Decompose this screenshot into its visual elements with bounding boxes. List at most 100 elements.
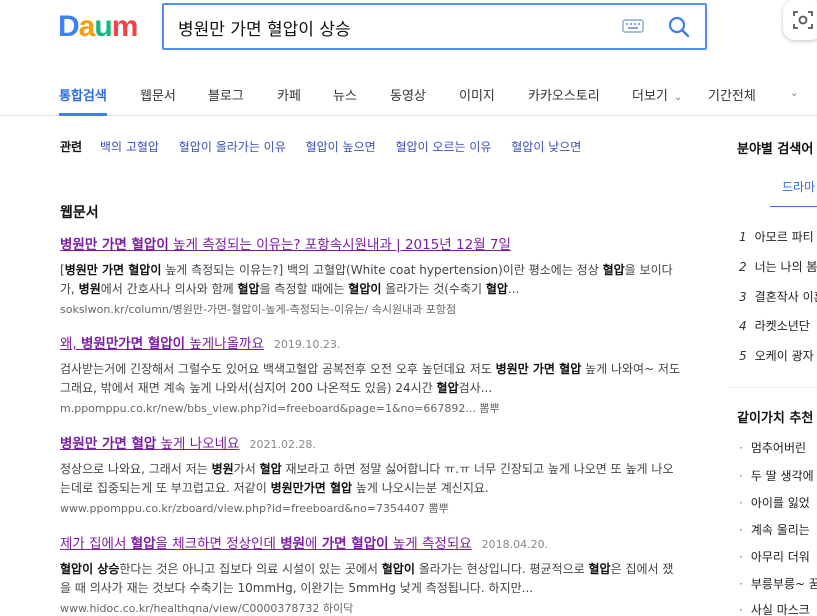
tab-kakaostory[interactable]: 카카오스토리 bbox=[528, 85, 600, 104]
rank-number: 5 bbox=[739, 349, 747, 363]
text-segment: 올라가는 것(수축기 bbox=[381, 282, 486, 296]
highlight-keyword: 병원 bbox=[78, 282, 101, 296]
related-item[interactable]: 혈압이 올라가는 이유 bbox=[179, 140, 286, 154]
text-segment: 높게 나오네요 bbox=[156, 436, 240, 452]
text-segment: 높게 측정되는 이유는?] 백의 고혈압(White coat hyperten… bbox=[161, 263, 603, 277]
period-chevron-down-icon[interactable]: ⌄ bbox=[790, 85, 798, 100]
text-segment: ... bbox=[507, 282, 520, 296]
search-tabs: 통합검색 웹문서 블로그 카페 뉴스 동영상 이미지 카카오스토리 더보기 ⌄ 기… bbox=[0, 70, 817, 116]
result-title[interactable]: 제가 집에서 혈압을 체크하면 정상인데 병원에 가면 혈압이 높게 측정되요 bbox=[60, 536, 472, 552]
related-item[interactable]: 혈압이 높으면 bbox=[306, 140, 376, 154]
rank-number: 3 bbox=[739, 290, 747, 304]
highlight-keyword: 혈압 bbox=[436, 381, 459, 395]
rank-label: 라켓소년단 bbox=[754, 319, 810, 333]
period-filter[interactable]: 기간전체 bbox=[708, 85, 756, 104]
together-value-title: 같이가치 추천 bbox=[737, 411, 814, 426]
highlight-keyword: 혈압 bbox=[130, 536, 156, 552]
ranking-item[interactable]: 3 결혼작사 이혼 bbox=[739, 288, 817, 305]
result-title[interactable]: 왜, 병원만가면 혈압이 높게나올까요 bbox=[60, 336, 264, 352]
tab-image[interactable]: 이미지 bbox=[459, 85, 495, 104]
text-segment: 에 bbox=[305, 536, 322, 552]
related-item[interactable]: 혈압이 오르는 이유 bbox=[395, 140, 491, 154]
search-result: 제가 집에서 혈압을 체크하면 정상인데 병원에 가면 혈압이 높게 측정되요 2… bbox=[60, 532, 680, 616]
highlight-keyword: 혈압이 bbox=[381, 562, 415, 576]
tab-blog[interactable]: 블로그 bbox=[208, 85, 244, 104]
tab-cafe[interactable]: 카페 bbox=[277, 85, 301, 104]
category-search-title: 분야별 검색어 bbox=[737, 142, 814, 157]
text-segment: 제가 집에서 bbox=[60, 536, 131, 552]
highlight-keyword: 혈압 bbox=[602, 263, 625, 277]
result-title-row: 왜, 병원만가면 혈압이 높게나올까요 2019.10.23. bbox=[60, 332, 680, 352]
text-segment: 을 체크하면 정상인데 bbox=[155, 536, 281, 552]
result-url[interactable]: m.ppomppu.co.kr/new/bbs_view.php?id=free… bbox=[60, 400, 680, 416]
ranking-item[interactable]: 5 오케이 광자 bbox=[739, 347, 814, 364]
category-tab-indicator bbox=[770, 206, 817, 207]
result-url[interactable]: www.hidoc.co.kr/healthqna/view/C00003787… bbox=[60, 600, 680, 616]
tab-web[interactable]: 웹문서 bbox=[140, 85, 176, 104]
daum-logo[interactable]: D a u m bbox=[58, 10, 139, 43]
logo-letter-m: m bbox=[111, 10, 139, 43]
keyboard-icon[interactable] bbox=[622, 18, 644, 34]
section-title-web: 웹문서 bbox=[60, 205, 99, 221]
result-title[interactable]: 병원만 가면 혈압이 높게 측정되는 이유는? 포항속시원내과 | 2015년 … bbox=[60, 237, 511, 253]
related-item[interactable]: 백의 고혈압 bbox=[100, 140, 159, 154]
text-segment: 검사... bbox=[458, 381, 493, 395]
tab-more-label: 더보기 bbox=[632, 89, 668, 104]
tab-all[interactable]: 통합검색 bbox=[59, 85, 107, 104]
ranking-item[interactable]: 1 아모르 파티 bbox=[739, 228, 814, 245]
together-item[interactable]: 아이를 잃었 bbox=[739, 494, 810, 511]
search-icon[interactable] bbox=[667, 15, 691, 39]
rank-number: 4 bbox=[739, 319, 747, 333]
together-item[interactable]: 아무리 더워 bbox=[739, 548, 810, 565]
rank-number: 1 bbox=[739, 230, 747, 244]
category-tab-drama[interactable]: 드라마 bbox=[782, 178, 815, 195]
related-item[interactable]: 혈압이 낮으면 bbox=[511, 140, 581, 154]
camera-scan-icon bbox=[793, 11, 813, 29]
highlight-keyword: 병원만 가면 혈압 bbox=[60, 436, 157, 452]
highlight-keyword: 병원만 가면 혈압이 bbox=[64, 263, 162, 277]
highlight-keyword: 혈압 bbox=[588, 562, 611, 576]
search-result: 왜, 병원만가면 혈압이 높게나올까요 2019.10.23. 검사받는거에 긴장… bbox=[60, 332, 680, 416]
together-item[interactable]: 계속 울리는 bbox=[739, 521, 810, 538]
ranking-item[interactable]: 2 너는 나의 봄 bbox=[739, 258, 817, 275]
logo-letter-a: a bbox=[78, 10, 96, 43]
together-item[interactable]: 두 딸 생각에 bbox=[739, 467, 814, 484]
search-box bbox=[162, 3, 707, 50]
text-segment: 올라가는 현상입니다. 평균적으로 bbox=[414, 562, 589, 576]
highlight-keyword: 병원 bbox=[211, 462, 234, 476]
result-description: 검사받는거에 긴장해서 그럴수도 있어요 백색고혈압 공복전후 오전 오후 높던… bbox=[60, 360, 680, 398]
text-segment: 가서 bbox=[233, 462, 260, 476]
tab-more[interactable]: 더보기 ⌄ bbox=[632, 85, 682, 104]
text-segment: 높게 측정되는 이유는? 포항속시원내과 | 2015년 12월 7일 bbox=[168, 237, 511, 253]
ranking-item[interactable]: 4 라켓소년단 bbox=[739, 317, 810, 334]
text-segment: 높게나올까요 bbox=[185, 336, 264, 352]
highlight-keyword: 병원만가면 혈압 bbox=[270, 481, 353, 495]
result-url[interactable]: sokslwon.kr/column/병원만-가면-혈압이-높게-측정되는-이유… bbox=[60, 301, 680, 317]
result-title-row: 병원만 가면 혈압이 높게 측정되는 이유는? 포항속시원내과 | 2015년 … bbox=[60, 233, 680, 253]
text-segment: 높게 측정되요 bbox=[388, 536, 472, 552]
result-title[interactable]: 병원만 가면 혈압 높게 나오네요 bbox=[60, 436, 239, 452]
text-segment: 한다는 것은 아니고 집보다 의료 시설이 있는 곳에서 bbox=[119, 562, 382, 576]
logo-letter-d: D bbox=[58, 10, 80, 43]
highlight-keyword: 혈압 bbox=[237, 282, 260, 296]
result-url[interactable]: www.ppomppu.co.kr/zboard/view.php?id=fre… bbox=[60, 500, 680, 516]
together-item[interactable]: 멈추어버린 bbox=[739, 439, 806, 456]
highlight-keyword: 병원만가면 혈압이 bbox=[81, 336, 186, 352]
text-segment: 을 측정할 때에는 bbox=[259, 282, 349, 296]
tab-video[interactable]: 동영상 bbox=[390, 85, 426, 104]
rank-label: 너는 나의 봄 bbox=[754, 260, 817, 274]
result-title-row: 제가 집에서 혈압을 체크하면 정상인데 병원에 가면 혈압이 높게 측정되요 2… bbox=[60, 532, 680, 552]
text-segment: 정상으로 나와요, 그래서 저는 bbox=[60, 462, 212, 476]
rank-label: 결혼작사 이혼 bbox=[754, 290, 817, 304]
together-item[interactable]: 사실 마스크 bbox=[739, 601, 810, 616]
tab-news[interactable]: 뉴스 bbox=[333, 85, 357, 104]
image-search-button[interactable] bbox=[783, 0, 817, 40]
related-searches: 관련 백의 고혈압 혈압이 올라가는 이유 혈압이 높으면 혈압이 오르는 이유… bbox=[60, 138, 597, 155]
together-item[interactable]: 부릉부릉~ 꿈 bbox=[739, 575, 817, 592]
search-input[interactable] bbox=[178, 13, 598, 41]
result-description: 혈압이 상승한다는 것은 아니고 집보다 의료 시설이 있는 곳에서 혈압이 올… bbox=[60, 560, 680, 598]
related-label: 관련 bbox=[60, 140, 83, 154]
highlight-keyword: 병원 bbox=[280, 536, 306, 552]
result-date: 2019.10.23. bbox=[273, 338, 341, 351]
text-segment: 검사받는거에 긴장해서 그럴수도 있어요 백색고혈압 공복전후 오전 오후 높던… bbox=[60, 362, 496, 376]
